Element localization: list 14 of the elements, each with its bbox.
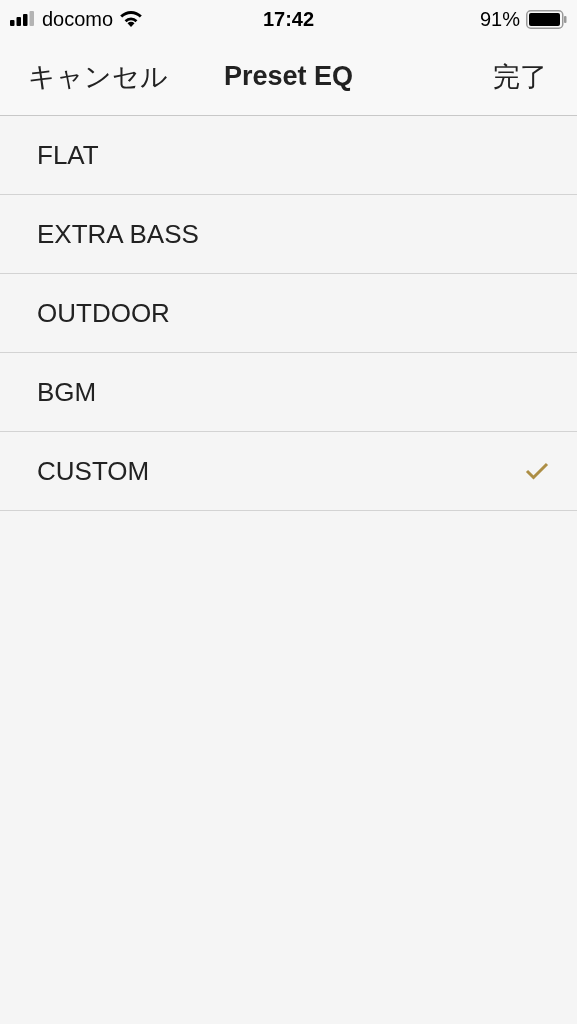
preset-label: BGM — [37, 376, 97, 408]
preset-label: FLAT — [37, 139, 99, 171]
signal-icon — [10, 10, 36, 26]
clock-time: 17:42 — [261, 7, 316, 31]
battery-icon — [526, 9, 567, 29]
preset-label: OUTDOOR — [37, 297, 170, 329]
preset-label: EXTRA BASS — [37, 218, 199, 250]
screen-title: Preset EQ — [222, 61, 355, 92]
preset-label: CUSTOM — [37, 455, 150, 487]
carrier-name: docomo — [42, 7, 114, 31]
done-button[interactable]: 完了 — [493, 58, 547, 95]
cancel-button[interactable]: キャンセル — [28, 58, 168, 95]
battery-percent: 91% — [479, 7, 520, 31]
wifi-icon — [119, 10, 144, 28]
